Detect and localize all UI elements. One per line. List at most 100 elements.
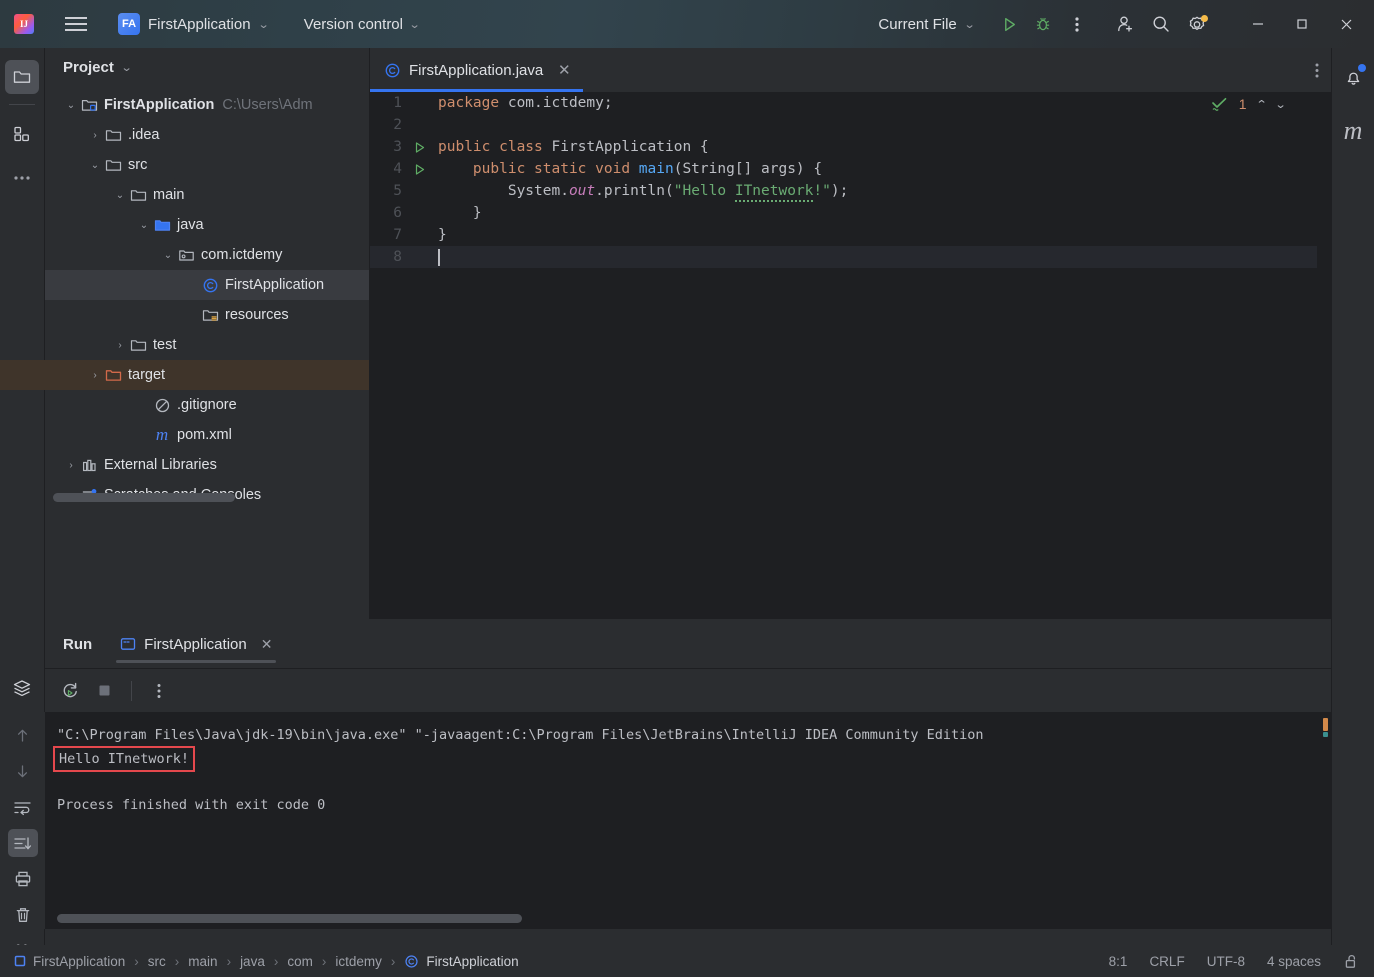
tree-node-package[interactable]: ⌄ com.ictdemy — [45, 240, 369, 270]
close-icon[interactable]: ✕ — [555, 61, 573, 79]
gear-icon[interactable] — [1180, 7, 1214, 41]
breadcrumb-item[interactable]: FirstApplication — [33, 954, 125, 969]
inspection-widget[interactable]: 1 ⌃ ⌄ — [1211, 96, 1286, 112]
scroll-to-end-icon[interactable] — [7, 829, 38, 858]
gitignore-icon — [152, 397, 172, 414]
code-line: 6 } — [370, 202, 1331, 224]
console-exit-line: Process finished with exit code 0 — [57, 797, 326, 813]
code-editor[interactable]: 1 package com.ictdemy; 2 3 public class … — [370, 92, 1331, 619]
status-bar: FirstApplication › src › main › java › c… — [0, 945, 1374, 977]
indent-setting[interactable]: 4 spaces — [1267, 954, 1321, 969]
bell-icon[interactable] — [1336, 60, 1370, 94]
chevron-down-icon[interactable]: ⌄ — [160, 250, 176, 261]
breadcrumb-item[interactable]: com — [287, 954, 313, 969]
clear-all-trash-icon[interactable] — [8, 901, 38, 929]
titlebar-right-icons — [1108, 7, 1214, 41]
minimize-icon[interactable] — [1236, 7, 1280, 41]
more-vertical-icon[interactable] — [144, 676, 174, 706]
tree-node-test[interactable]: › test — [45, 330, 369, 360]
version-control-menu[interactable]: Version control ⌄ — [298, 12, 425, 37]
user-add-icon[interactable] — [1108, 7, 1142, 41]
more-vertical-icon[interactable] — [1315, 48, 1319, 92]
more-vertical-icon[interactable] — [1060, 7, 1094, 41]
chevron-down-icon[interactable]: ⌄ — [63, 100, 79, 111]
stop-icon[interactable] — [89, 676, 119, 706]
maven-m-icon[interactable]: m — [1336, 114, 1370, 148]
intellij-idea-window: IJ FA FirstApplication ⌄ Version control… — [0, 0, 1374, 977]
tree-node-firstapplication-class[interactable]: › FirstApplication — [45, 270, 369, 300]
more-tools-icon[interactable] — [5, 161, 39, 195]
tree-node-java[interactable]: ⌄ java — [45, 210, 369, 240]
console-marker-gutter[interactable] — [1317, 712, 1331, 929]
project-tool-window: Project ⌄ ⌄ FirstApplication C:\Users\Ad… — [0, 48, 370, 619]
hamburger-menu-icon[interactable] — [58, 6, 94, 42]
run-configuration-selector[interactable]: Current File ⌄ — [870, 12, 982, 37]
chevron-down-icon[interactable]: ⌄ — [87, 160, 103, 171]
rerun-icon[interactable] — [55, 676, 85, 706]
chevron-down-icon[interactable]: ⌄ — [1274, 98, 1286, 111]
project-horizontal-scrollbar[interactable] — [53, 493, 235, 502]
inspections-ok-icon — [1211, 97, 1229, 112]
project-panel-header[interactable]: Project ⌄ — [45, 48, 369, 86]
breadcrumb-separator: › — [226, 953, 232, 969]
run-gutter-icon[interactable] — [408, 141, 430, 154]
tree-node-target[interactable]: › target — [0, 360, 369, 390]
run-gutter-icon[interactable] — [408, 163, 430, 176]
app-logo: IJ — [0, 14, 48, 34]
chevron-right-icon[interactable]: › — [112, 340, 128, 351]
toolbar-divider — [131, 680, 132, 701]
tree-node-pom-xml[interactable]: › m pom.xml — [45, 420, 369, 450]
line-number: 4 — [393, 161, 402, 177]
tree-node-external-libraries[interactable]: › External Libraries — [45, 450, 369, 480]
unlocked-icon[interactable] — [1343, 953, 1360, 970]
code-text: FirstApplication { — [551, 139, 709, 155]
chevron-down-icon[interactable]: ⌄ — [112, 190, 128, 201]
tree-node-resources[interactable]: › resources — [45, 300, 369, 330]
tree-node-src[interactable]: ⌄ src — [45, 150, 369, 180]
soft-wrap-icon[interactable] — [8, 794, 38, 822]
run-tab-firstapplication[interactable]: FirstApplication ✕ — [116, 620, 277, 668]
code-keyword: public static void — [438, 161, 639, 177]
breadcrumb[interactable]: FirstApplication › src › main › java › c… — [14, 954, 519, 969]
editor-tab-firstapplication[interactable]: FirstApplication.java ✕ — [370, 48, 584, 92]
tree-node-main[interactable]: ⌄ main — [45, 180, 369, 210]
run-play-icon[interactable] — [992, 7, 1026, 41]
chevron-down-icon[interactable]: ⌄ — [136, 220, 152, 231]
maven-icon: m — [155, 425, 169, 444]
tree-label: FirstApplication — [225, 277, 325, 293]
maximize-icon[interactable] — [1280, 7, 1324, 41]
project-tool-icon[interactable] — [5, 60, 39, 94]
tree-node-idea[interactable]: › .idea — [45, 120, 369, 150]
file-encoding[interactable]: UTF-8 — [1207, 954, 1245, 969]
breadcrumb-item[interactable]: main — [188, 954, 217, 969]
scroll-up-icon[interactable] — [8, 722, 38, 750]
search-icon[interactable] — [1144, 7, 1178, 41]
scroll-down-icon[interactable] — [8, 758, 38, 786]
caret-position[interactable]: 8:1 — [1109, 954, 1128, 969]
breadcrumb-item[interactable]: src — [148, 954, 166, 969]
chevron-right-icon[interactable]: › — [87, 130, 103, 141]
print-icon[interactable] — [8, 865, 38, 893]
breadcrumb-item[interactable]: FirstApplication — [426, 954, 518, 969]
chevron-right-icon[interactable]: › — [87, 370, 103, 381]
chevron-right-icon[interactable]: › — [63, 460, 79, 471]
structure-tool-icon[interactable] — [5, 117, 39, 151]
project-selector[interactable]: FA FirstApplication ⌄ — [110, 9, 276, 39]
close-icon[interactable] — [1324, 7, 1368, 41]
tree-node-gitignore[interactable]: › .gitignore — [45, 390, 369, 420]
breadcrumb-item[interactable]: ictdemy — [335, 954, 382, 969]
debug-bug-icon[interactable] — [1026, 7, 1060, 41]
chevron-up-icon[interactable]: ⌃ — [1255, 98, 1267, 111]
console-output[interactable]: "C:\Program Files\Java\jdk-19\bin\java.e… — [45, 712, 1331, 929]
tree-node-firstapplication[interactable]: ⌄ FirstApplication C:\Users\Adm — [45, 90, 369, 120]
console-horizontal-scrollbar[interactable] — [57, 914, 522, 923]
line-number: 8 — [393, 249, 402, 265]
editor-marker-gutter[interactable] — [1317, 92, 1331, 619]
services-layers-icon[interactable] — [5, 671, 39, 705]
chevron-down-icon: ⌄ — [963, 18, 976, 31]
tree-label: pom.xml — [177, 427, 232, 443]
notification-badge — [1358, 64, 1366, 72]
line-separator[interactable]: CRLF — [1149, 954, 1184, 969]
breadcrumb-item[interactable]: java — [240, 954, 265, 969]
close-icon[interactable]: ✕ — [261, 636, 273, 653]
